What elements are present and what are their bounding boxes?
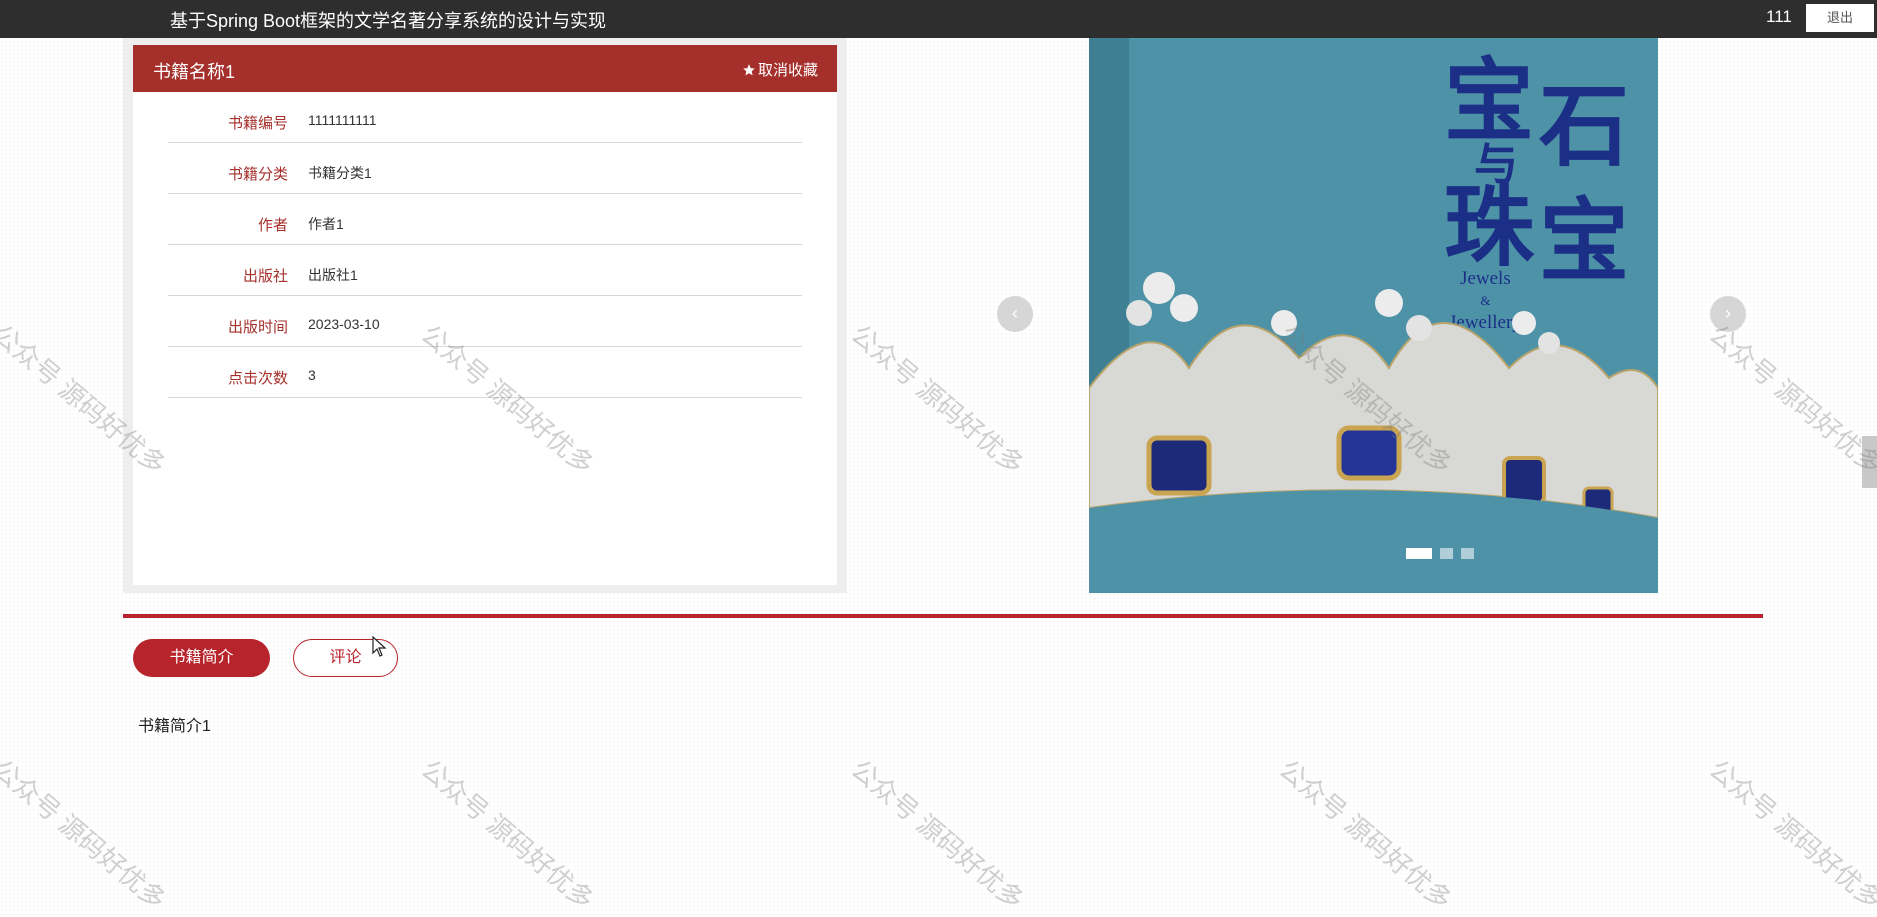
watermark: 公众号 源码好优多	[1703, 753, 1877, 916]
info-row-category: 书籍分类 书籍分类1	[168, 143, 802, 194]
field-value: 2023-03-10	[308, 316, 380, 332]
watermark: 公众号 源码好优多	[1703, 318, 1877, 481]
field-label: 出版社	[242, 268, 288, 285]
field-value: 作者1	[308, 216, 344, 232]
section-divider	[123, 614, 1763, 618]
info-row-book-id: 书籍编号 1111111111	[168, 92, 802, 143]
watermark: 公众号 源码好优多	[415, 753, 600, 916]
username: 111	[1766, 7, 1792, 26]
watermark: 公众号 源码好优多	[0, 753, 172, 916]
info-row-publisher: 出版社 出版社1	[168, 245, 802, 296]
scrollbar-thumb[interactable]	[1862, 436, 1877, 488]
star-icon	[743, 63, 755, 75]
carousel-dot[interactable]	[1461, 548, 1474, 559]
mouse-cursor-icon	[372, 636, 387, 657]
logout-button[interactable]: 退出	[1806, 4, 1874, 32]
field-label: 作者	[257, 217, 288, 234]
info-row-author: 作者 作者1	[168, 194, 802, 245]
book-intro-text: 书籍简介1	[138, 718, 211, 735]
field-label: 出版时间	[227, 319, 288, 336]
book-cover-carousel: 宝 石 与 珠 宝 Jewels & Jewellery	[1089, 38, 1658, 593]
book-title-bar: 书籍名称1 取消收藏	[133, 45, 837, 92]
watermark: 公众号 源码好优多	[845, 318, 1030, 481]
app-title: 基于Spring Boot框架的文学名著分享系统的设计与实现	[170, 11, 607, 31]
book-name: 书籍名称1	[153, 62, 236, 82]
field-value: 3	[308, 367, 316, 383]
unfavorite-label: 取消收藏	[757, 62, 818, 79]
carousel-next-button[interactable]: ›	[1710, 296, 1746, 332]
field-label: 书籍分类	[227, 166, 288, 183]
carousel-indicators	[1406, 548, 1474, 559]
carousel-prev-button[interactable]: ‹	[997, 296, 1033, 332]
watermark: 公众号 源码好优多	[1273, 753, 1458, 916]
info-row-publish-date: 出版时间 2023-03-10	[168, 296, 802, 347]
crown-illustration	[1089, 272, 1658, 593]
book-info-list: 书籍编号 1111111111 书籍分类 书籍分类1 作者 作者1 出版社 出版…	[168, 92, 802, 398]
top-navbar: 基于Spring Boot框架的文学名著分享系统的设计与实现 111 退出	[0, 0, 1877, 38]
info-row-click-count: 点击次数 3	[168, 347, 802, 398]
field-label: 点击次数	[227, 370, 288, 387]
book-detail-card: 书籍名称1 取消收藏 书籍编号 1111111111 书籍分类 书籍分类1 作者…	[133, 45, 837, 585]
tab-book-intro[interactable]: 书籍简介	[133, 639, 270, 677]
watermark: 公众号 源码好优多	[845, 753, 1030, 916]
field-value: 出版社1	[308, 267, 358, 283]
carousel-dot[interactable]	[1406, 548, 1432, 559]
field-value: 书籍分类1	[308, 165, 372, 181]
carousel-dot[interactable]	[1440, 548, 1453, 559]
field-label: 书籍编号	[227, 115, 288, 132]
unfavorite-button[interactable]: 取消收藏	[742, 59, 818, 80]
field-value: 1111111111	[308, 112, 377, 128]
